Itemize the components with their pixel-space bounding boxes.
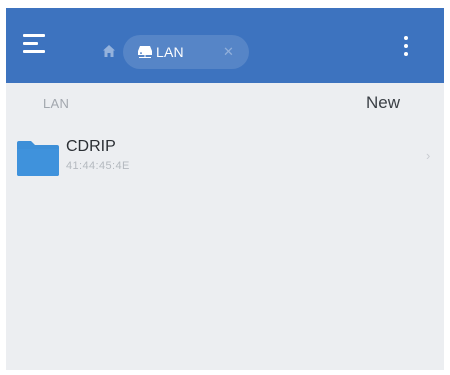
hamburger-menu-icon[interactable] <box>23 33 47 55</box>
app-bar: LAN ✕ <box>6 8 444 83</box>
file-manager-screen: LAN ✕ LAN New CDRIP 41:44:45:4E › <box>6 8 444 370</box>
location-chip[interactable]: LAN ✕ <box>123 35 249 69</box>
home-icon[interactable] <box>102 44 116 58</box>
chevron-right-icon: › <box>426 148 431 163</box>
list-item[interactable]: CDRIP 41:44:45:4E › <box>6 132 444 194</box>
folder-icon <box>17 141 59 176</box>
new-button[interactable]: New <box>366 93 400 113</box>
close-icon[interactable]: ✕ <box>223 44 234 60</box>
more-vertical-icon[interactable] <box>401 34 411 58</box>
list-item-subtitle: 41:44:45:4E <box>66 160 130 172</box>
location-chip-label: LAN <box>156 44 184 60</box>
section-title: LAN <box>43 96 70 111</box>
list-item-name: CDRIP <box>66 138 116 155</box>
network-drive-icon <box>138 46 152 58</box>
